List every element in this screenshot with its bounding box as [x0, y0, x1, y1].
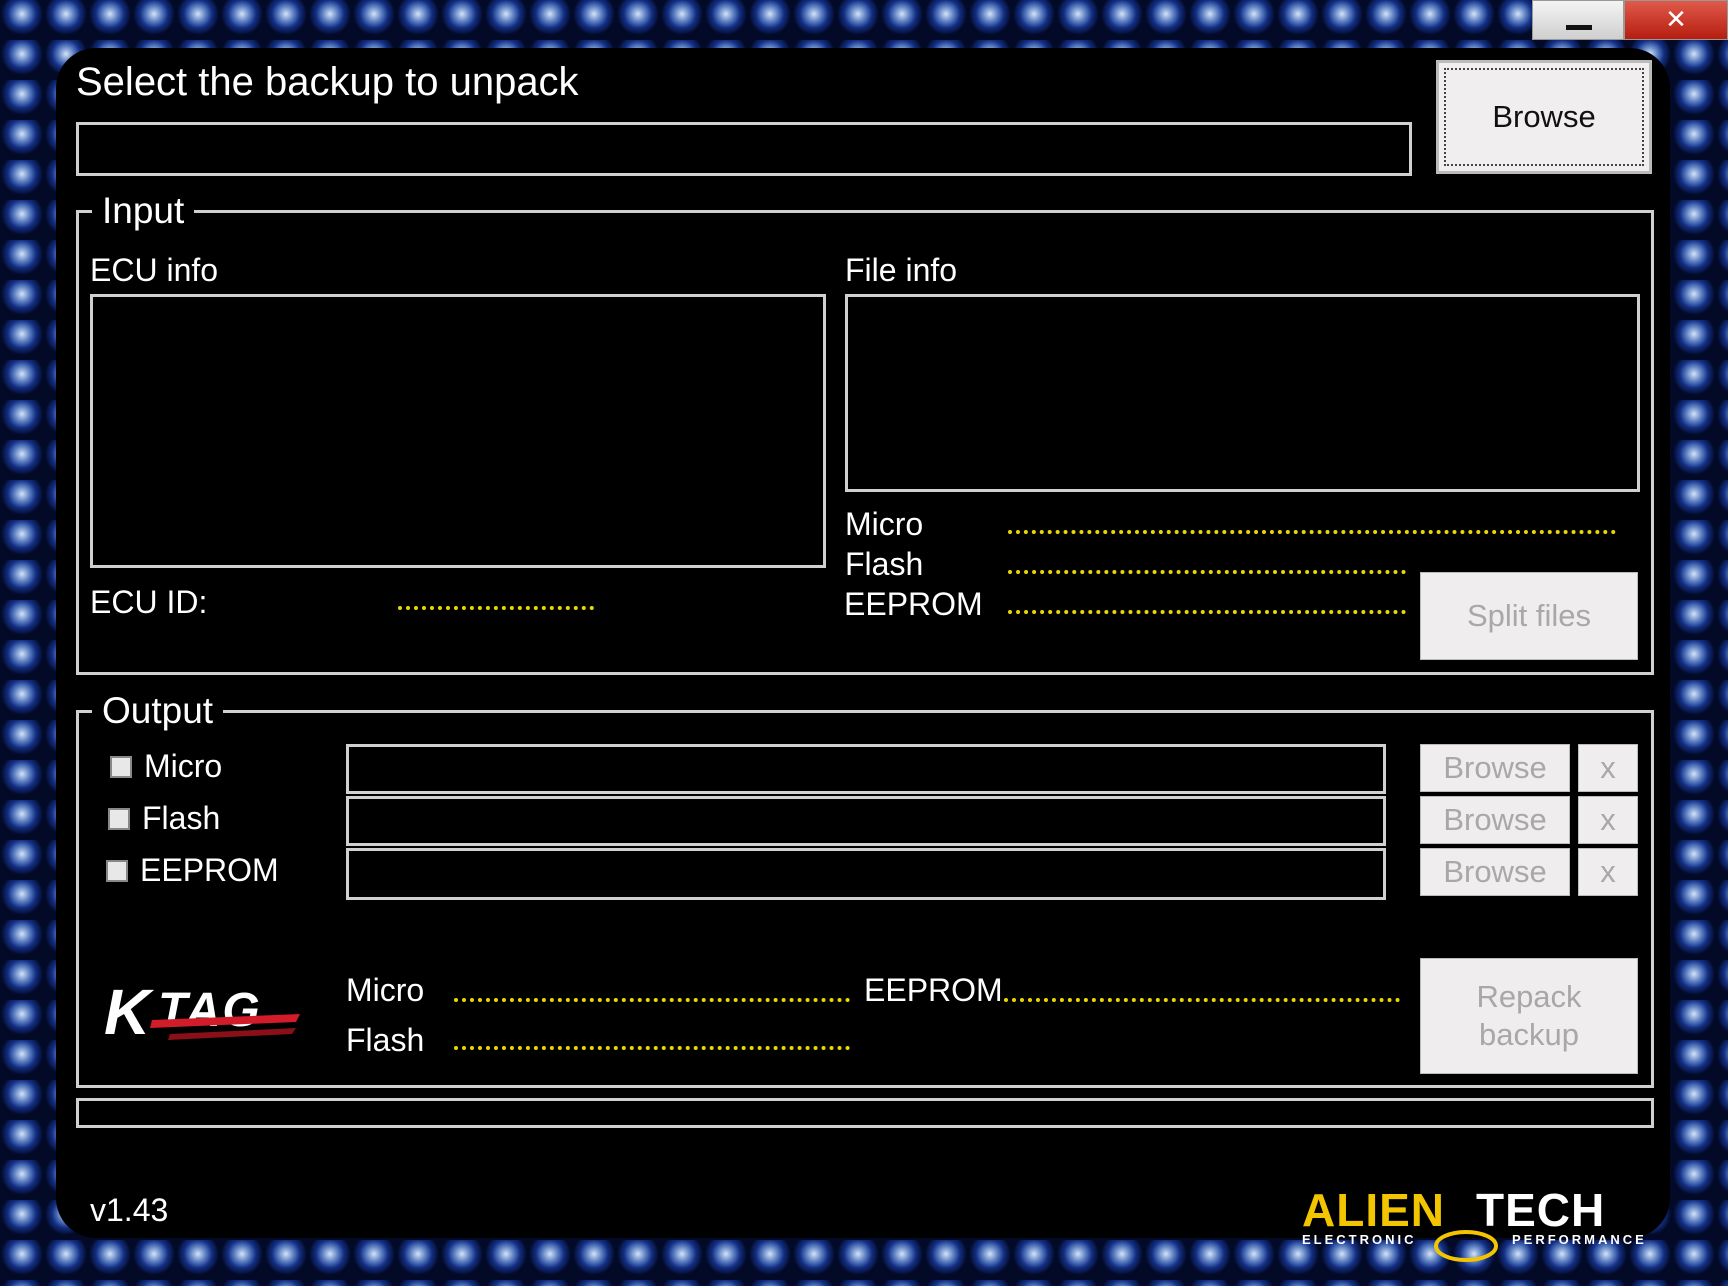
output-flash-label: Flash	[142, 800, 221, 836]
backup-path-field[interactable]	[76, 122, 1412, 176]
page-title: Select the backup to unpack	[76, 60, 579, 104]
minimize-icon	[1566, 25, 1592, 30]
summary-flash-value	[454, 1046, 850, 1050]
output-micro-label: Micro	[144, 748, 223, 784]
eeprom-checkbox[interactable]	[106, 860, 128, 882]
svg-text:ALIEN: ALIEN	[1302, 1184, 1445, 1236]
micro-value	[1008, 530, 1616, 534]
ecu-info-label: ECU info	[90, 252, 219, 288]
split-files-button[interactable]: Split files	[1420, 572, 1638, 660]
flash-checkbox[interactable]	[108, 808, 130, 830]
browse-backup-button[interactable]: Browse	[1436, 60, 1652, 174]
eeprom-value	[1008, 610, 1406, 614]
micro-output-path[interactable]	[346, 744, 1386, 794]
svg-text:PERFORMANCE: PERFORMANCE	[1512, 1232, 1647, 1247]
svg-text:K: K	[104, 976, 155, 1046]
micro-clear-button[interactable]: x	[1578, 744, 1638, 792]
progress-bar	[76, 1098, 1654, 1128]
summary-micro-label: Micro	[346, 972, 425, 1008]
summary-micro-value	[454, 998, 850, 1002]
eeprom-browse-button[interactable]: Browse	[1420, 848, 1570, 896]
micro-browse-button[interactable]: Browse	[1420, 744, 1570, 792]
ecu-id-value	[398, 606, 594, 610]
eeprom-output-path[interactable]	[346, 848, 1386, 900]
ecu-id-label: ECU ID:	[90, 584, 208, 620]
svg-text:TECH: TECH	[1476, 1184, 1605, 1236]
input-legend: Input	[92, 190, 195, 232]
file-info-box	[845, 294, 1640, 492]
micro-checkbox[interactable]	[110, 756, 132, 778]
ktag-logo: K TAG	[100, 976, 310, 1048]
ecu-info-box	[90, 294, 826, 568]
flash-label: Flash	[845, 546, 924, 582]
summary-eeprom-label: EEPROM	[864, 972, 1003, 1008]
summary-flash-label: Flash	[346, 1022, 425, 1058]
minimize-button[interactable]	[1532, 0, 1624, 40]
file-info-label: File info	[845, 252, 958, 288]
micro-label: Micro	[845, 506, 924, 542]
close-button[interactable]: ✕	[1624, 0, 1728, 40]
repack-backup-button[interactable]: Repack backup	[1420, 958, 1638, 1074]
svg-text:TAG: TAG	[158, 984, 262, 1037]
close-icon: ✕	[1665, 4, 1687, 34]
summary-eeprom-value	[1004, 998, 1400, 1002]
flash-value	[1008, 570, 1406, 574]
flash-output-path[interactable]	[346, 796, 1386, 846]
version-label: v1.43	[90, 1192, 169, 1228]
output-eeprom-label: EEPROM	[140, 852, 279, 888]
svg-text:ELECTRONIC: ELECTRONIC	[1302, 1232, 1417, 1247]
alientech-logo: ALIEN TECH ELECTRONIC PERFORMANCE	[1298, 1180, 1648, 1268]
flash-browse-button[interactable]: Browse	[1420, 796, 1570, 844]
output-legend: Output	[92, 690, 224, 732]
flash-clear-button[interactable]: x	[1578, 796, 1638, 844]
eeprom-label: EEPROM	[844, 586, 983, 622]
eeprom-clear-button[interactable]: x	[1578, 848, 1638, 896]
